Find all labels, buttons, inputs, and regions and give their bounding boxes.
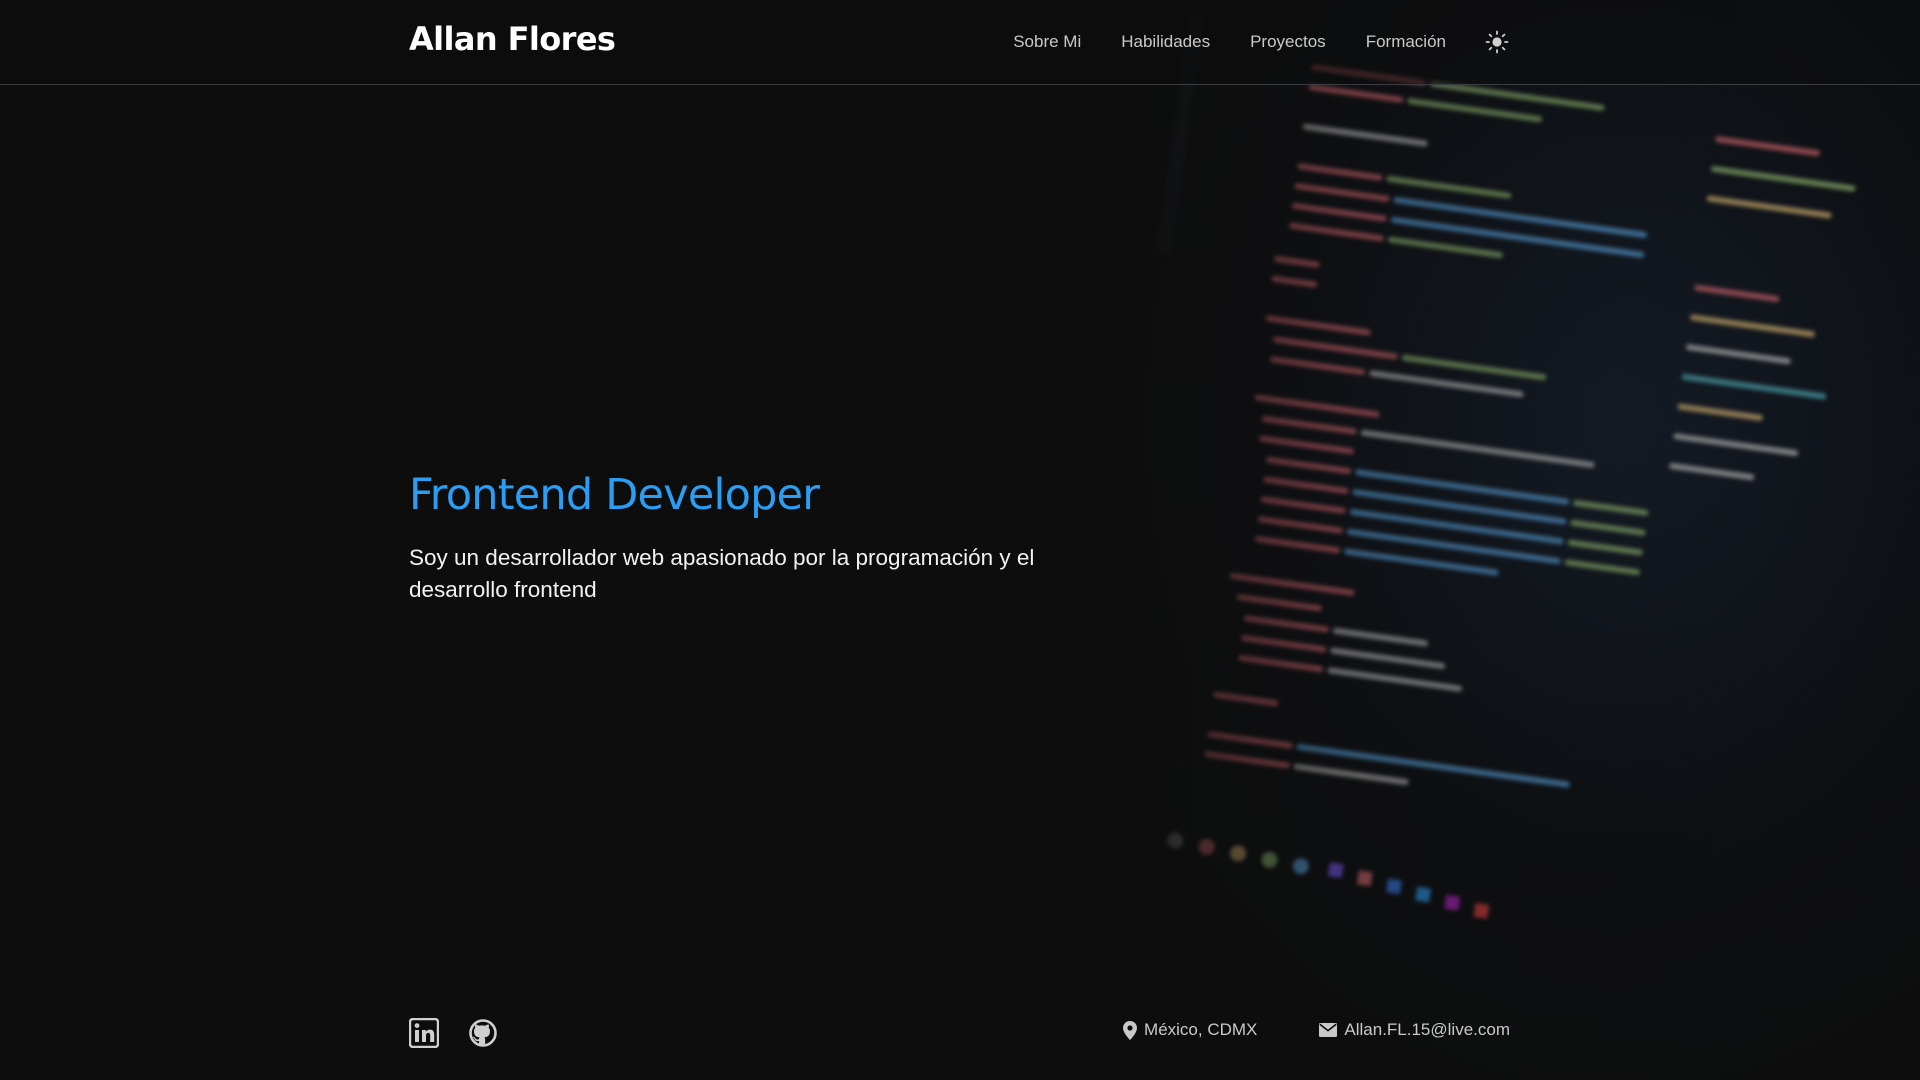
nav-item-formacion[interactable]: Formación: [1366, 32, 1446, 52]
contact-info: México, CDMX Allan.FL.15@live.com: [1061, 1020, 1510, 1040]
portfolio-page: Allan Flores Sobre Mi Habilidades Proyec…: [0, 0, 1920, 1080]
email-info[interactable]: Allan.FL.15@live.com: [1319, 1020, 1510, 1040]
email-text[interactable]: Allan.FL.15@live.com: [1344, 1020, 1510, 1040]
main-nav: Sobre Mi Habilidades Proyectos Formación: [973, 0, 1510, 84]
hero-description: Soy un desarrollador web apasionado por …: [409, 545, 1035, 602]
linkedin-icon: [408, 1017, 440, 1049]
background-code-lines: [1156, 14, 1856, 919]
nav-item-habilidades[interactable]: Habilidades: [1121, 32, 1210, 52]
brand-name[interactable]: Allan Flores: [409, 20, 616, 58]
social-links: [408, 1017, 527, 1049]
nav-item-sobre-mi[interactable]: Sobre Mi: [1013, 32, 1081, 52]
github-link[interactable]: [468, 1018, 498, 1048]
theme-toggle-button[interactable]: [1484, 29, 1510, 55]
linkedin-link[interactable]: [408, 1017, 440, 1049]
envelope-icon: [1319, 1023, 1338, 1037]
site-header: Allan Flores Sobre Mi Habilidades Proyec…: [0, 0, 1920, 85]
hero-section: Frontend Developer Soy un desarrollador …: [409, 468, 1109, 606]
sun-icon: [1485, 30, 1509, 54]
hero-title: Frontend Developer: [409, 470, 820, 520]
github-icon: [469, 1019, 497, 1047]
location-text: México, CDMX: [1144, 1020, 1258, 1039]
site-footer: México, CDMX Allan.FL.15@live.com: [0, 990, 1920, 1080]
nav-item-proyectos[interactable]: Proyectos: [1250, 32, 1326, 52]
background-code-screen-image: [1040, 0, 1920, 1080]
map-pin-icon: [1123, 1020, 1138, 1040]
location-info: México, CDMX: [1123, 1020, 1257, 1040]
